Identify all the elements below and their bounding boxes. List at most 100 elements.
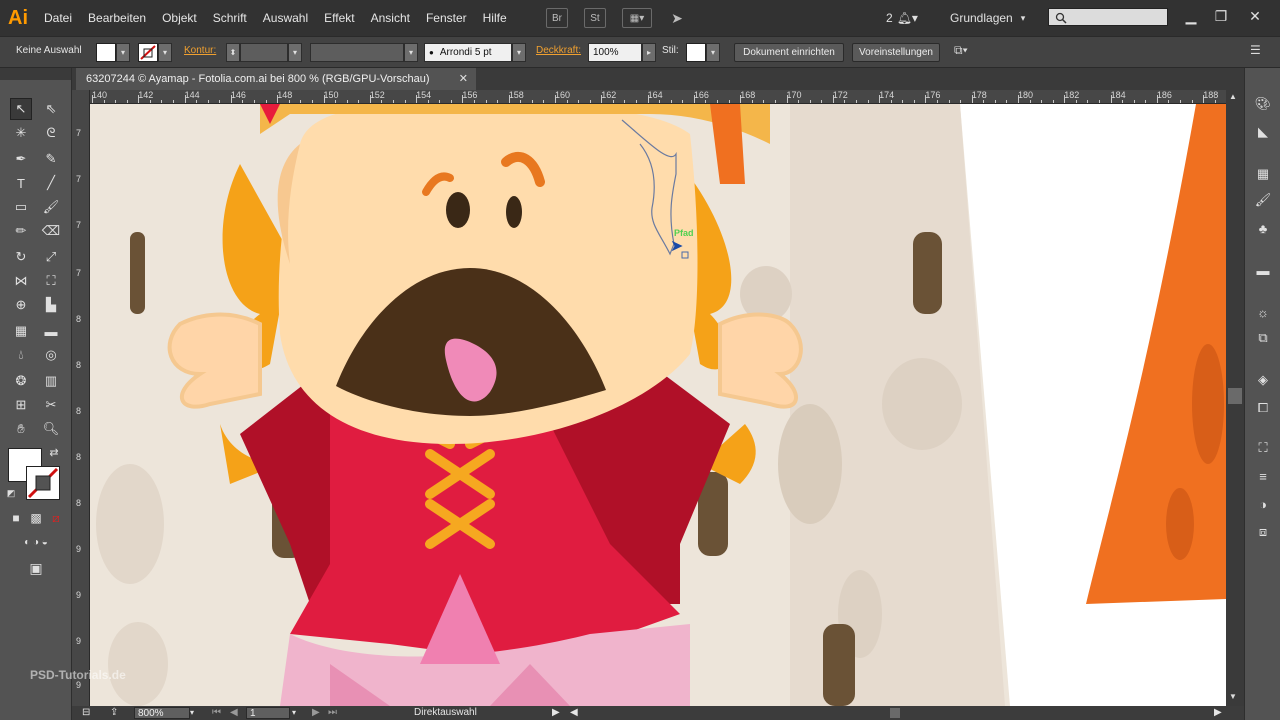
minimize-button[interactable]: ▁ [1176,4,1206,28]
rotate-tool-icon[interactable]: ↻ [10,246,32,268]
artboard-navigator-icon[interactable]: ⊟ [82,706,90,720]
blend-tool-icon[interactable]: ◎ [40,344,62,366]
column-graph-tool-icon[interactable]: ▥ [40,370,62,392]
stroke-label[interactable]: Kontur: [184,45,216,64]
paintbrush-tool-icon[interactable]: 🖌︎ [40,196,62,218]
drawing-modes-icon[interactable]: ◐ ◑ ◒ [8,534,64,550]
eyedropper-tool-icon[interactable]: 💧︎ [10,344,32,366]
menu-objekt[interactable]: Objekt [154,0,205,36]
stroke-weight-field[interactable] [240,43,288,62]
artboard-canvas[interactable]: Pfad ➤ [90,104,1226,706]
screen-mode-icon[interactable]: ▣ [22,558,50,578]
arrange-icon[interactable]: ⧉▾ [954,43,984,62]
first-artboard-icon[interactable]: ⏮ [212,706,221,720]
free-transform-tool-icon[interactable]: ⛶ [40,270,62,292]
menu-auswahl[interactable]: Auswahl [255,0,316,36]
swap-fill-stroke-icon[interactable]: ⇄ [46,444,62,460]
profile-dropdown[interactable]: ▾ [404,43,418,62]
shape-builder-tool-icon[interactable]: ⊕ [10,294,32,316]
document-tab[interactable]: 63207244 © Ayamap - Fotolia.com.ai bei 8… [76,68,476,90]
bridge-icon[interactable]: Br [546,8,568,28]
artboard-number-field[interactable]: 1 [246,707,290,719]
sync-icon[interactable]: ➤ [666,8,688,28]
style-swatch[interactable] [686,43,706,62]
menu-ansicht[interactable]: Ansicht [363,0,418,36]
menu-effekt[interactable]: Effekt [316,0,362,36]
gradient-tool-icon[interactable]: ▬ [40,320,62,342]
status-menu-icon[interactable]: ▶ [552,706,560,720]
brushes-icon[interactable]: 🖌︎ [1253,190,1273,210]
width-tool-icon[interactable]: ⋈ [10,270,32,292]
lasso-tool-icon[interactable]: ᘓ [40,122,62,144]
vertical-scrollbar[interactable]: ▲ ▼ [1226,90,1244,706]
pen-tool-icon[interactable]: ✒ [10,148,32,170]
artboards-icon[interactable]: ⧠ [1253,398,1273,418]
perspective-grid-tool-icon[interactable]: ▙ [40,294,62,316]
workspace-switcher[interactable]: Grundlagen ▾ [950,0,1025,36]
slice-tool-icon[interactable]: ✂ [40,394,62,416]
type-tool-icon[interactable]: T [10,172,32,194]
hand-tool-icon[interactable]: ✋︎ [10,418,32,440]
opacity-arrow[interactable]: ▸ [642,43,656,62]
none-mode-icon[interactable]: ⧄ [48,510,64,526]
last-artboard-icon[interactable]: ⏭ [328,706,337,720]
next-artboard-icon[interactable]: ▶ [312,706,320,720]
direct-selection-tool-icon[interactable]: ⇖ [40,98,62,120]
horizontal-scroll-thumb[interactable] [890,708,900,718]
scroll-right-icon[interactable]: ▶ [1214,706,1222,720]
layers-icon[interactable]: ◈ [1253,370,1273,390]
scroll-left-icon[interactable]: ◀ [570,706,578,720]
rectangle-tool-icon[interactable]: ▭ [10,196,32,218]
zoom-field[interactable]: 800% [134,707,190,719]
symbols-icon[interactable]: ♣ [1253,218,1273,238]
menu-datei[interactable]: Datei [36,0,80,36]
fill-swatch[interactable] [96,43,116,62]
close-tab-icon[interactable]: ✕ [459,68,468,90]
previous-artboard-icon[interactable]: ◀ [230,706,238,720]
gradient-panel-icon[interactable]: ▬ [1253,260,1273,280]
close-window-button[interactable]: ✕ [1240,4,1270,28]
pathfinder-icon[interactable]: ◑ [1253,494,1273,514]
arrange-documents-icon[interactable]: ▦▾ [622,8,652,28]
stroke-swatch[interactable] [138,43,158,62]
menu-schrift[interactable]: Schrift [205,0,255,36]
graphic-styles-icon[interactable]: ⧉ [1253,328,1273,348]
line-tool-icon[interactable]: ╱ [40,172,62,194]
default-colors-icon[interactable]: ◩ [4,486,18,500]
menu-fenster[interactable]: Fenster [418,0,475,36]
variable-width-profile[interactable] [310,43,404,62]
artboard-tool-icon[interactable]: ⊞ [10,394,32,416]
swatches-icon[interactable]: ▦ [1253,164,1273,184]
zoom-dropdown-icon[interactable]: ▾ [190,706,194,720]
scroll-up-icon[interactable]: ▲ [1229,92,1237,101]
stroke-weight-stepper[interactable]: ⬍ [226,43,240,62]
brush-dropdown[interactable]: ▾ [512,43,526,62]
panel-menu-icon[interactable]: ☰ [1250,43,1270,62]
preferences-button[interactable]: Voreinstellungen [852,43,940,62]
opacity-field[interactable]: 100% [588,43,642,62]
zoom-tool-icon[interactable]: 🔍︎ [40,418,62,440]
stroke-weight-dropdown[interactable]: ▾ [288,43,302,62]
maximize-button[interactable]: ❐ [1206,4,1236,28]
color-panel-icon[interactable]: 🎨︎ [1253,94,1273,114]
notifications[interactable]: 2 🔔︎▾ [886,0,918,36]
align-icon[interactable]: ≡ [1253,466,1273,486]
scale-tool-icon[interactable]: ⤢ [40,246,62,268]
pencil-tool-icon[interactable]: ✏ [10,220,32,242]
artboard-dropdown-icon[interactable]: ▾ [292,706,296,720]
transparency-icon[interactable]: ⧈ [1253,522,1273,542]
selection-tool-icon[interactable]: ↖ [10,98,32,120]
mesh-tool-icon[interactable]: ▦ [10,320,32,342]
stock-icon[interactable]: St [584,8,606,28]
document-setup-button[interactable]: Dokument einrichten [734,43,844,62]
curvature-tool-icon[interactable]: ✎ [40,148,62,170]
search-input[interactable] [1048,8,1168,26]
color-mode-icon[interactable]: ■ [8,510,24,526]
magic-wand-tool-icon[interactable]: ✳ [10,122,32,144]
fill-dropdown[interactable]: ▾ [116,43,130,62]
tools-panel-header[interactable] [0,68,71,80]
transform-icon[interactable]: ⛶ [1253,438,1273,458]
style-dropdown[interactable]: ▾ [706,43,720,62]
gradient-mode-icon[interactable]: ▩ [28,510,44,526]
share-icon[interactable]: ⇪ [110,706,118,720]
